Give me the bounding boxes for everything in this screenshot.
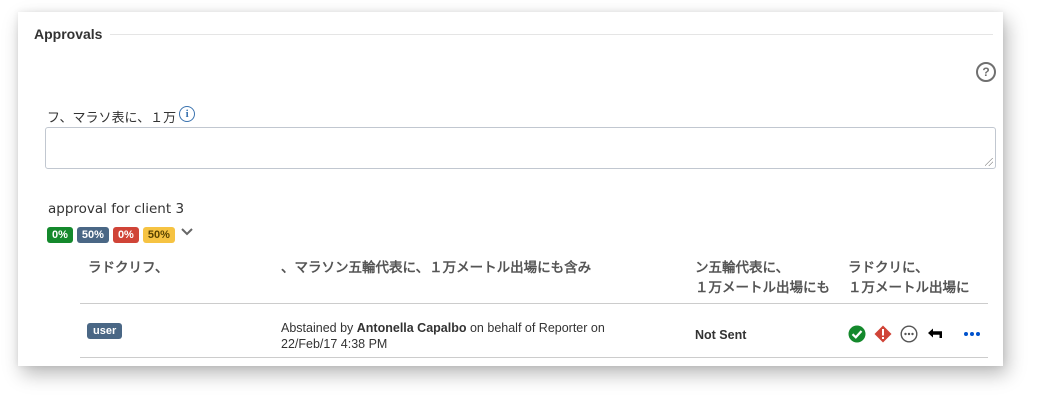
approval-decision-text: Abstained by Antonella Capalbo on behalf… xyxy=(281,320,641,352)
rejected-percent-badge: 0% xyxy=(112,227,139,243)
comment-textarea[interactable] xyxy=(45,127,996,169)
table-row-divider xyxy=(80,357,988,358)
approver-type-badge: user xyxy=(87,323,123,339)
chevron-down-icon[interactable] xyxy=(181,227,193,237)
approve-icon[interactable] xyxy=(848,325,866,343)
more-icon[interactable] xyxy=(962,325,982,343)
resize-handle[interactable] xyxy=(985,158,993,166)
notification-status: Not Sent xyxy=(695,328,747,342)
column-header-actions-line2: １万メートル出場に xyxy=(848,280,970,295)
approver-name: Antonella Capalbo xyxy=(356,321,467,335)
row-actions xyxy=(848,325,982,343)
reject-icon[interactable] xyxy=(874,325,892,343)
column-header-actions: ラドクリに、 １万メートル出場に xyxy=(848,258,993,298)
approvals-panel: Approvals ? フ、マラソ表に、１万 i approval for cl… xyxy=(18,12,1003,366)
column-header-approver: ラドクリフ、 xyxy=(88,260,169,275)
approval-name: approval for client 3 xyxy=(48,201,185,217)
approved-percent-badge: 0% xyxy=(47,227,73,243)
table-header-divider xyxy=(80,303,988,304)
help-icon[interactable]: ? xyxy=(976,62,996,82)
column-header-actions-line1: ラドクリに、 xyxy=(848,260,929,275)
pending-percent-badge: 50% xyxy=(76,227,109,243)
abstain-icon[interactable] xyxy=(900,325,918,343)
delegate-back-icon[interactable] xyxy=(926,325,944,343)
decision-suffix: on behalf of Reporter on xyxy=(469,321,605,335)
section-divider xyxy=(34,34,993,35)
section-title: Approvals xyxy=(34,26,111,42)
decision-date: 22/Feb/17 4:38 PM xyxy=(281,337,388,351)
column-header-notification-line1: ン五輪代表に、 xyxy=(695,260,790,275)
column-header-decision: 、マラソン五輪代表に、１万メートル出場にも含み xyxy=(281,260,592,275)
approval-progress-badges: 0% 50% 0% 50% xyxy=(47,227,193,243)
section-header: Approvals xyxy=(34,24,993,44)
abstained-percent-badge: 50% xyxy=(142,227,175,243)
field-label-text: フ、マラソ表に、１万 xyxy=(47,111,177,126)
column-header-notification: ン五輪代表に、 １万メートル出場にも xyxy=(695,258,840,298)
column-header-notification-line2: １万メートル出場にも xyxy=(695,280,830,295)
decision-prefix: Abstained by xyxy=(281,321,354,335)
info-icon[interactable]: i xyxy=(179,105,196,122)
field-label: フ、マラソ表に、１万 i xyxy=(47,105,196,126)
